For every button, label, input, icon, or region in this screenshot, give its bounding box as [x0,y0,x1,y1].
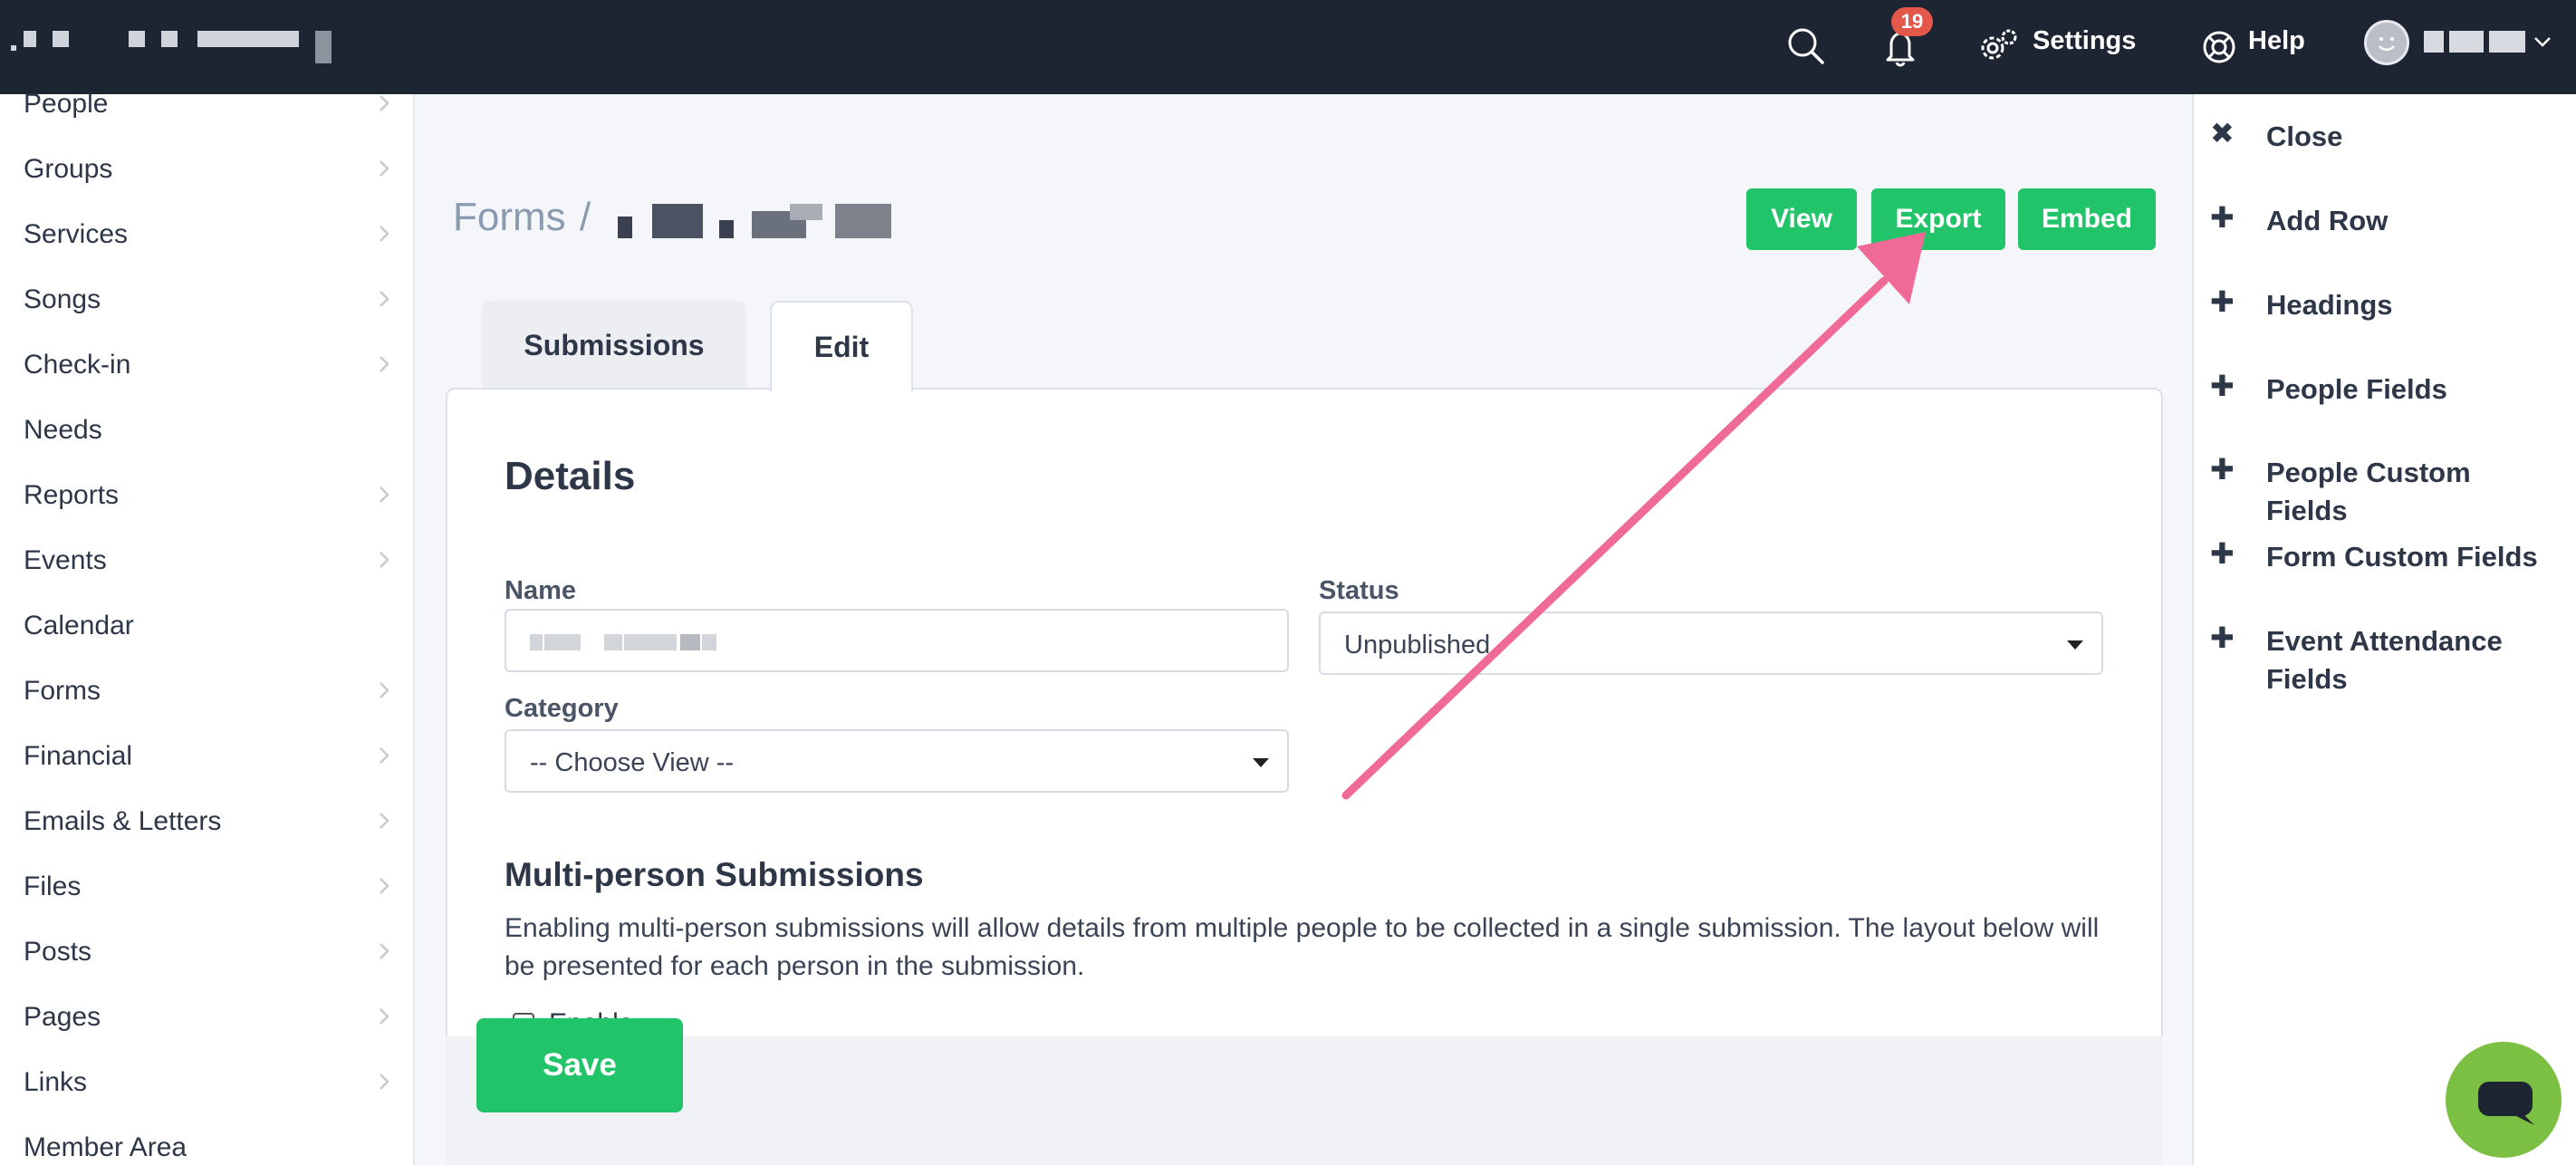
sidebar-item[interactable]: People [0,78,413,132]
panel-item-label: People Custom Fields [2266,457,2471,526]
sidebar-item[interactable]: Financial [0,730,413,785]
chevron-right-icon [380,356,389,372]
plus-icon: ✚ [2210,285,2235,318]
sidebar-item-label: Groups [24,154,113,184]
chat-widget-button[interactable] [2446,1042,2562,1158]
multi-person-description: Enabling multi-person submissions will a… [505,913,2100,981]
sidebar-item[interactable]: Posts [0,926,413,980]
plus-icon: ✚ [2210,621,2235,654]
sidebar-item-label: Member Area [24,1132,187,1162]
settings-link[interactable]: Settings [2033,27,2136,54]
save-button[interactable]: Save [476,1018,683,1112]
breadcrumb-form-name-redacted [618,204,908,238]
chevron-right-icon [380,813,389,829]
chevron-right-icon [380,747,389,764]
sidebar-item[interactable]: Services [0,208,413,263]
sidebar-item-label: Financial [24,741,133,771]
panel-item-label: Headings [2266,289,2393,321]
panel-item-label: Close [2266,120,2343,152]
sidebar-item[interactable]: Check-in [0,339,413,393]
chevron-right-icon [380,95,389,111]
tab-edit[interactable]: Edit [770,301,913,391]
help-link[interactable]: Help [2248,27,2305,54]
category-label: Category [505,694,619,723]
chevron-right-icon [380,486,389,503]
sidebar-item-label: Files [24,871,82,901]
sidebar-item-label: Calendar [24,611,134,640]
export-button[interactable]: Export [1871,188,2005,250]
name-label: Name [505,576,576,605]
lifebuoy-icon[interactable] [2192,20,2246,74]
chat-bubble-icon [2478,1082,2534,1125]
sidebar-item-label: People [24,89,109,119]
chevron-right-icon [380,291,389,307]
sidebar-item-label: Check-in [24,350,131,380]
close-icon: ✖ [2210,117,2235,149]
sidebar-item[interactable]: Songs [0,274,413,328]
plus-icon: ✚ [2210,201,2235,234]
status-label: Status [1319,576,1399,605]
sidebar-item-label: Events [24,545,107,575]
sidebar-item[interactable]: Calendar [0,600,413,654]
status-select[interactable]: Unpublished [1319,611,2103,675]
search-icon[interactable] [1779,20,1833,74]
notification-count-badge: 19 [1891,7,1933,36]
chevron-right-icon [380,1074,389,1090]
breadcrumb-separator: / [580,195,591,239]
breadcrumb-forms-link[interactable]: Forms [453,194,566,241]
user-name-redacted[interactable] [2424,31,2525,53]
panel-item-label: Event Attendance Fields [2266,625,2503,695]
category-select-value: -- Choose View -- [530,748,735,777]
sidebar-item-label: Links [24,1067,88,1097]
sidebar-item[interactable]: Pages [0,991,413,1045]
plus-icon: ✚ [2210,453,2235,486]
brand-logo-redacted[interactable] [7,27,333,69]
sidebar-item[interactable]: Events [0,534,413,589]
chevron-right-icon [380,943,389,959]
sidebar-item-label: Pages [24,1002,101,1032]
sidebar-item-label: Emails & Letters [24,806,222,836]
chevron-right-icon [380,160,389,177]
chevron-right-icon [380,226,389,242]
panel-item-label: Add Row [2266,205,2389,236]
sidebar-item-label: Reports [24,480,120,510]
sidebar-item-label: Needs [24,415,102,445]
chevron-down-icon[interactable] [2533,34,2552,49]
plus-icon: ✚ [2210,370,2235,402]
sidebar-item-label: Forms [24,676,101,706]
sidebar-item-label: Songs [24,284,101,314]
sidebar-item[interactable]: Links [0,1056,413,1111]
details-heading: Details [505,454,636,498]
sidebar-item[interactable]: Emails & Letters [0,795,413,850]
chevron-right-icon [380,878,389,894]
chevron-right-icon [380,1008,389,1025]
sidebar-item-label: Posts [24,937,92,967]
chevron-right-icon [380,552,389,568]
view-button[interactable]: View [1746,188,1857,250]
chevron-right-icon [380,682,389,698]
sidebar-item[interactable]: Forms [0,665,413,719]
sidebar-item[interactable]: Files [0,861,413,915]
caret-down-icon [2067,640,2083,650]
name-input[interactable] [505,609,1289,672]
tab-submissions[interactable]: Submissions [482,301,746,390]
sidebar-item[interactable]: Member Area [0,1122,413,1165]
status-select-value: Unpublished [1344,631,1491,660]
panel-item-label: Form Custom Fields [2266,541,2538,573]
plus-icon: ✚ [2210,537,2235,570]
sidebar-item-label: Services [24,219,129,249]
embed-button[interactable]: Embed [2018,188,2156,250]
sidebar-item[interactable]: Needs [0,404,413,458]
category-select[interactable]: -- Choose View -- [505,729,1289,793]
sidebar-item[interactable]: Reports [0,469,413,524]
save-bar [446,1036,2163,1165]
panel-item-label: People Fields [2266,373,2447,405]
sidebar-item[interactable]: Groups [0,143,413,197]
caret-down-icon [1253,758,1269,767]
avatar-icon[interactable] [2364,20,2409,65]
gears-icon[interactable] [1971,20,2025,74]
multi-person-heading: Multi-person Submissions [505,856,924,893]
